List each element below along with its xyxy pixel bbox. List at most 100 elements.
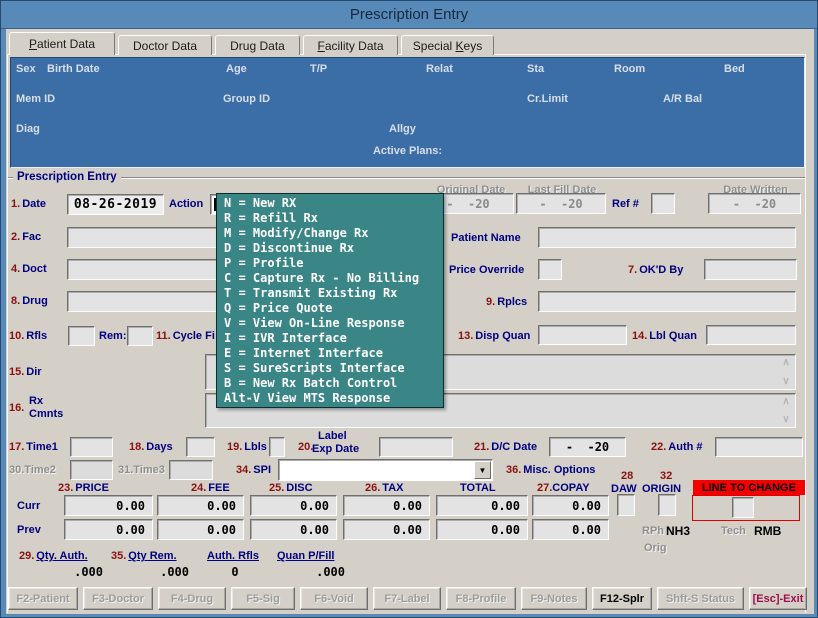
spi-combobox[interactable]: ▼ bbox=[278, 459, 493, 481]
tab-drug-data[interactable]: Drug Data bbox=[215, 35, 300, 55]
tp-label: T/P bbox=[310, 63, 327, 75]
menu-item-new-rx[interactable]: N = New RX bbox=[217, 196, 443, 211]
curr-price-field[interactable]: 0.00 bbox=[64, 495, 153, 516]
daw-field[interactable] bbox=[617, 494, 635, 516]
scroll-up-icon[interactable]: ∧ bbox=[779, 395, 793, 408]
auth-num-field[interactable] bbox=[715, 437, 803, 457]
daw-number: 28 bbox=[621, 470, 635, 482]
lbl-quan-field[interactable] bbox=[706, 325, 796, 345]
action-label: Action bbox=[169, 198, 203, 210]
room-label: Room bbox=[614, 63, 645, 75]
menu-item-internet-interface[interactable]: E = Internet Interface bbox=[217, 346, 443, 361]
action-menu: N = New RX R = Refill Rx M = Modify/Chan… bbox=[216, 193, 444, 408]
scroll-down-icon[interactable]: ∨ bbox=[779, 375, 793, 388]
doct-label: 4.Doct bbox=[11, 263, 47, 275]
cr-limit-label: Cr.Limit bbox=[527, 93, 568, 105]
ref-field[interactable] bbox=[651, 193, 675, 214]
rx-cmnts-num: 16. bbox=[9, 402, 26, 414]
curr-total-field[interactable]: 0.00 bbox=[436, 495, 528, 516]
rph-label: RPh bbox=[642, 525, 664, 537]
allgy-label: Allgy bbox=[389, 123, 416, 135]
date-written-field[interactable]: - -20 bbox=[708, 193, 801, 214]
menu-item-price-quote[interactable]: Q = Price Quote bbox=[217, 301, 443, 316]
tab-special-keys[interactable]: Special Keys bbox=[401, 35, 494, 55]
orig-label: Orig bbox=[644, 542, 667, 554]
date-field[interactable]: 08-26-2019 bbox=[67, 194, 164, 215]
tab-doctor-data[interactable]: Doctor Data bbox=[118, 35, 212, 55]
menu-item-refill-rx[interactable]: R = Refill Rx bbox=[217, 211, 443, 226]
disp-quan-label: 13.Disp Quan bbox=[458, 330, 530, 342]
menu-item-discontinue-rx[interactable]: D = Discontinue Rx bbox=[217, 241, 443, 256]
menu-item-surescripts-interface[interactable]: S = SureScripts Interface bbox=[217, 361, 443, 376]
tab-patient-data[interactable]: Patient Data bbox=[9, 32, 115, 55]
chevron-down-icon[interactable]: ▼ bbox=[474, 461, 491, 479]
line-to-change-banner: LINE TO CHANGE bbox=[693, 480, 805, 495]
scroll-up-icon[interactable]: ∧ bbox=[779, 356, 793, 369]
disp-quan-field[interactable] bbox=[538, 325, 627, 345]
esc-exit-button[interactable]: [Esc]-Exit bbox=[749, 587, 807, 610]
curr-tax-field[interactable]: 0.00 bbox=[343, 495, 430, 516]
f12-splr-button[interactable]: F12-Splr bbox=[592, 587, 652, 610]
prev-fee-field: 0.00 bbox=[157, 519, 244, 540]
tab-facility-data[interactable]: Facility Data bbox=[303, 35, 398, 55]
diag-label: Diag bbox=[16, 123, 40, 135]
prev-row-label: Prev bbox=[17, 524, 41, 536]
curr-disc-field[interactable]: 0.00 bbox=[250, 495, 337, 516]
qty-rem-value: .000 bbox=[111, 565, 189, 579]
label-exp-date-field[interactable] bbox=[379, 437, 453, 457]
rfls-label: 10.Rfls bbox=[9, 330, 47, 342]
patient-name-field[interactable] bbox=[538, 227, 796, 248]
drug-label: 8.Drug bbox=[11, 295, 48, 307]
rplcs-field[interactable] bbox=[538, 291, 796, 312]
group-id-label: Group ID bbox=[223, 93, 270, 105]
f6-void-button: F6-Void bbox=[300, 587, 368, 610]
line-to-change-field[interactable] bbox=[732, 497, 754, 518]
age-label: Age bbox=[226, 63, 247, 75]
time2-label: 30.Time2 bbox=[9, 464, 56, 476]
rem-field[interactable] bbox=[127, 326, 153, 346]
time3-field bbox=[169, 460, 213, 480]
total-header: TOTAL bbox=[460, 482, 496, 494]
copay-header: 27.COPAY bbox=[537, 482, 590, 494]
menu-item-view-mts-response[interactable]: Alt-V View MTS Response bbox=[217, 391, 443, 406]
menu-item-modify-rx[interactable]: M = Modify/Change Rx bbox=[217, 226, 443, 241]
origin-field[interactable] bbox=[658, 494, 676, 516]
prev-price-field: 0.00 bbox=[64, 519, 153, 540]
quan-pfill-block: Quan P/Fill .000 bbox=[277, 550, 345, 579]
curr-row-label: Curr bbox=[17, 500, 40, 512]
curr-copay-field[interactable]: 0.00 bbox=[532, 495, 609, 516]
lbls-field[interactable] bbox=[269, 437, 285, 457]
f4-drug-button: F4-Drug bbox=[158, 587, 226, 610]
tech-value: RMB bbox=[754, 524, 781, 538]
prev-tax-field: 0.00 bbox=[343, 519, 430, 540]
shft-s-status-button: Shft-S Status bbox=[657, 587, 744, 610]
prev-total-field: 0.00 bbox=[436, 519, 528, 540]
menu-item-transmit-rx[interactable]: T = Transmit Existing Rx bbox=[217, 286, 443, 301]
scroll-down-icon[interactable]: ∨ bbox=[779, 413, 793, 426]
price-override-field[interactable] bbox=[538, 259, 562, 280]
time1-field[interactable] bbox=[70, 437, 113, 457]
misc-options-label: 36.Misc. Options bbox=[506, 464, 595, 476]
dc-date-field[interactable]: - -20 bbox=[549, 437, 626, 457]
cycle-fill-label: 11.Cycle Fi bbox=[156, 330, 215, 342]
curr-fee-field[interactable]: 0.00 bbox=[157, 495, 244, 516]
okd-by-field[interactable] bbox=[704, 259, 797, 280]
menu-item-ivr-interface[interactable]: I = IVR Interface bbox=[217, 331, 443, 346]
spi-label: 34.SPI bbox=[236, 464, 271, 476]
patient-name-label: Patient Name bbox=[451, 232, 521, 244]
prev-copay-field: 0.00 bbox=[532, 519, 609, 540]
dir-label: 15.Dir bbox=[9, 366, 42, 378]
menu-item-view-online-response[interactable]: V = View On-Line Response bbox=[217, 316, 443, 331]
menu-item-new-rx-batch-control[interactable]: B = New Rx Batch Control bbox=[217, 376, 443, 391]
qty-rem-block: 35.Qty Rem. .000 bbox=[111, 550, 189, 579]
days-field[interactable] bbox=[186, 437, 215, 457]
ref-label: Ref # bbox=[612, 198, 639, 210]
origin-number: 32 bbox=[660, 470, 674, 482]
last-fill-date-field[interactable]: - -20 bbox=[516, 193, 606, 214]
menu-item-profile[interactable]: P = Profile bbox=[217, 256, 443, 271]
rfls-field[interactable] bbox=[68, 326, 95, 346]
rx-cmnts-label-2: Cmnts bbox=[29, 408, 63, 420]
birth-date-label: Birth Date bbox=[47, 63, 100, 75]
function-key-bar: F2-Patient F3-Doctor F4-Drug F5-Sig F6-V… bbox=[8, 587, 812, 610]
menu-item-capture-rx[interactable]: C = Capture Rx - No Billing bbox=[217, 271, 443, 286]
